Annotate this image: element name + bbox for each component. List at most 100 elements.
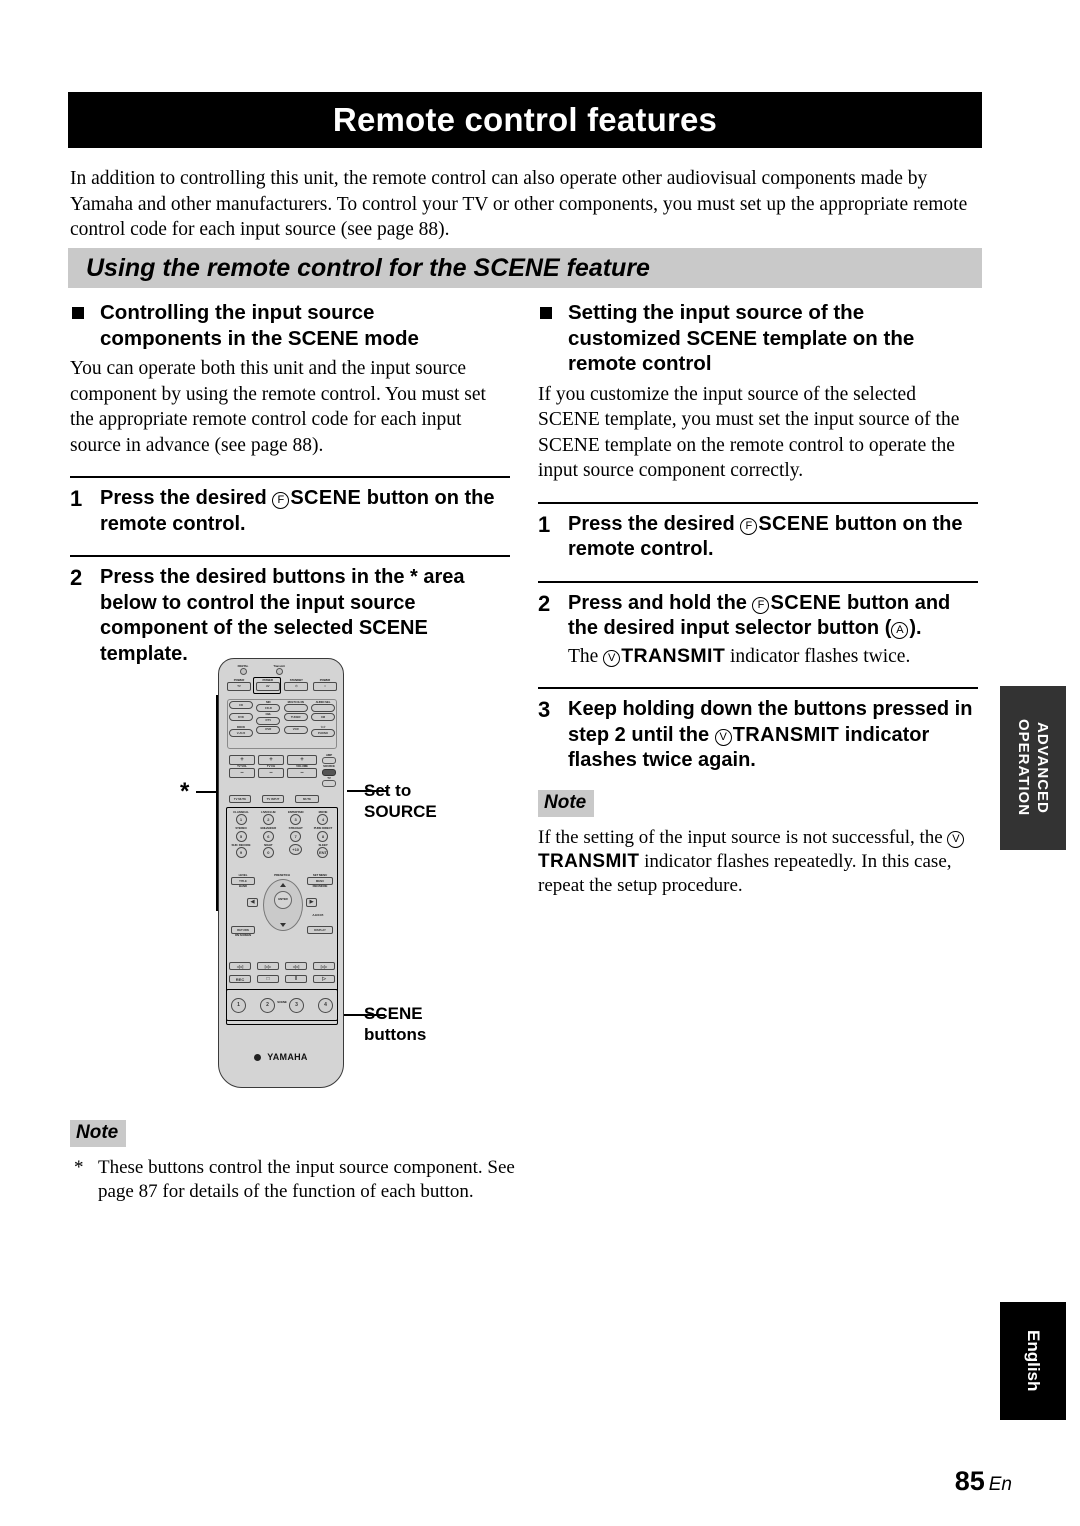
dsp-plus10-group[interactable]: +10 [284, 843, 308, 858]
input-xm-group[interactable]: XM [310, 713, 335, 724]
dsp-0-group[interactable]: NIGHT 0 [256, 843, 280, 859]
menu-group[interactable]: SET MENU MENU REC/MODE [307, 873, 333, 889]
input-phono-group[interactable]: ☆☆ PHONO [310, 725, 335, 738]
input-dvr-group[interactable]: DVR [256, 725, 281, 737]
dsp-ent-button[interactable]: ENT [317, 847, 329, 859]
dsp-3-button[interactable]: 3 [290, 814, 302, 826]
dsp-7-group[interactable]: STRAIGHT 7 [284, 826, 308, 842]
dsp-1-group[interactable]: CLASSICAL 1 [229, 810, 253, 826]
dsp-5-button[interactable]: 5 [235, 830, 247, 842]
dsp-4-group[interactable]: MOVIE 4 [311, 810, 335, 826]
input-multich-group[interactable]: MULTI CH IN [283, 700, 308, 713]
display-button[interactable]: DISPLAY [307, 926, 333, 934]
mute-button[interactable]: MUTE [295, 795, 319, 803]
dpad-ring[interactable]: ENTER [263, 879, 303, 931]
input-vcr-group[interactable]: VCR [283, 725, 308, 737]
fast-forward-button[interactable]: ▷▷ [313, 962, 335, 970]
right-step-3-number: 3 [538, 697, 551, 722]
dpad-left-button[interactable]: ◀ [247, 898, 258, 907]
standby-button[interactable]: ⏻ [284, 682, 309, 692]
tv-input-button[interactable]: TV INPUT [262, 795, 284, 803]
rewind-button[interactable]: ◁◁ [285, 962, 307, 970]
pause-button[interactable]: ‖ [285, 975, 307, 983]
mode-selector-switch[interactable]: AMP SOURCE TV [319, 753, 339, 788]
stop-button[interactable]: □ [257, 975, 279, 983]
scene-2-button[interactable]: 2 [260, 998, 275, 1013]
input-audiosel-group[interactable]: AUDIO SEL [310, 700, 335, 713]
input-phono-button[interactable]: PHONO [310, 729, 335, 738]
input-dvr-button[interactable]: DVR [256, 725, 281, 734]
side-tab-language: English [1000, 1302, 1066, 1420]
dsp-6-button[interactable]: 6 [262, 830, 274, 842]
record-button[interactable]: REC [229, 975, 251, 983]
tv-vol-down-button[interactable]: – [229, 768, 255, 779]
input-dvd-button[interactable]: DVD [229, 713, 253, 722]
volume-down-button[interactable]: – [287, 768, 317, 779]
input-dtv-button[interactable]: DTV [256, 716, 281, 725]
input-vaux-group[interactable]: DOCK V-AUX [229, 725, 253, 738]
dsp-8-group[interactable]: PURE DIRECT 8 [311, 826, 335, 842]
input-audiosel-button[interactable] [310, 704, 335, 713]
volume-group[interactable]: + VOLUME – [287, 755, 317, 779]
mode-source-position[interactable] [322, 768, 336, 776]
dpad-down-icon[interactable] [280, 923, 286, 927]
input-cdr-group[interactable]: MD CD-R [256, 700, 281, 713]
left-subheading-line1: Controlling the input source [100, 301, 375, 324]
input-cdr-button[interactable]: CD-R [256, 704, 281, 713]
tv-mute-button[interactable]: TV MUTE [229, 795, 251, 803]
dsp-6-group[interactable]: ENHANCER 6 [256, 826, 280, 842]
square-bullet-icon [72, 307, 84, 319]
left-column: Controlling the input source components … [70, 300, 510, 667]
input-cd-button[interactable]: CD [229, 701, 253, 709]
power-on-group[interactable]: POWER I [312, 678, 337, 692]
tv-vol-group[interactable]: + TV VOL – [229, 755, 255, 779]
scene-1-button[interactable]: 1 [231, 998, 246, 1013]
skip-back-button[interactable]: ◁◁ [229, 962, 251, 970]
dpad-right-button[interactable]: ▶ [306, 898, 317, 907]
tv-ch-down-button[interactable]: – [258, 768, 284, 779]
input-tuner-button[interactable]: TUNER [283, 713, 308, 722]
dsp-1-button[interactable]: 1 [235, 814, 247, 826]
input-xm-button[interactable]: XM [310, 713, 335, 722]
dsp-9-button[interactable]: 9 [235, 847, 247, 859]
dsp-3-group[interactable]: ENTERTAIN 3 [284, 810, 308, 826]
input-dtv-group[interactable]: CBL DTV [256, 712, 281, 725]
enter-button[interactable]: ENTER [274, 891, 292, 909]
input-tuner-group[interactable]: TUNER [283, 713, 308, 724]
mode-amp-position[interactable] [322, 757, 336, 765]
input-dvd-group[interactable]: DVD [229, 713, 253, 724]
dsp-9-group[interactable]: SUR. DECODE 9 [229, 843, 253, 859]
dpad-up-icon[interactable] [280, 883, 286, 887]
scene-4-button[interactable]: 4 [318, 998, 333, 1013]
skip-forward-button[interactable]: ▷▷ [257, 962, 279, 970]
dsp-4-button[interactable]: 4 [317, 814, 329, 826]
dsp-7-button[interactable]: 7 [290, 830, 302, 842]
level-title-group[interactable]: LEVEL TITLE BAND [231, 873, 255, 889]
transport-row-2: REC □ ‖ ▷ [229, 975, 335, 983]
callout-scene-line2: buttons [364, 1025, 427, 1044]
remote-body: DIGITAL Transmit POWER TV POWER AV STAND… [218, 658, 344, 1088]
scene-3-button[interactable]: 3 [289, 998, 304, 1013]
power-tv-group[interactable]: POWER TV [227, 678, 251, 692]
power-tv-button[interactable]: TV [227, 682, 251, 692]
dsp-6-top: ENHANCER [260, 826, 277, 831]
dsp-ent-group[interactable]: SLEEP ENT [311, 843, 335, 859]
return-group[interactable]: RETURN ON SCREEN [231, 926, 255, 937]
mode-tv-position[interactable] [322, 780, 336, 788]
input-cd-group[interactable]: CD [229, 701, 253, 712]
display-group[interactable]: DISPLAY [307, 926, 333, 934]
tv-ch-group[interactable]: + TV CH – [258, 755, 284, 779]
play-button[interactable]: ▷ [313, 975, 335, 983]
right-step-2-sub-pre: The [568, 645, 604, 667]
standby-group[interactable]: STANDBY ⏻ [284, 678, 309, 692]
input-vcr-button[interactable]: VCR [283, 725, 308, 734]
input-multich-button[interactable] [283, 704, 308, 713]
dsp-2-group[interactable]: LIVE/CLUB 2 [256, 810, 280, 826]
power-on-button[interactable]: I [312, 682, 337, 692]
dsp-2-button[interactable]: 2 [262, 814, 274, 826]
dsp-0-button[interactable]: 0 [262, 847, 274, 859]
input-vaux-button[interactable]: V-AUX [229, 729, 253, 738]
dsp-8-button[interactable]: 8 [317, 830, 329, 842]
dsp-plus10-button[interactable]: +10 [289, 843, 303, 855]
dsp-5-group[interactable]: STEREO 5 [229, 826, 253, 842]
